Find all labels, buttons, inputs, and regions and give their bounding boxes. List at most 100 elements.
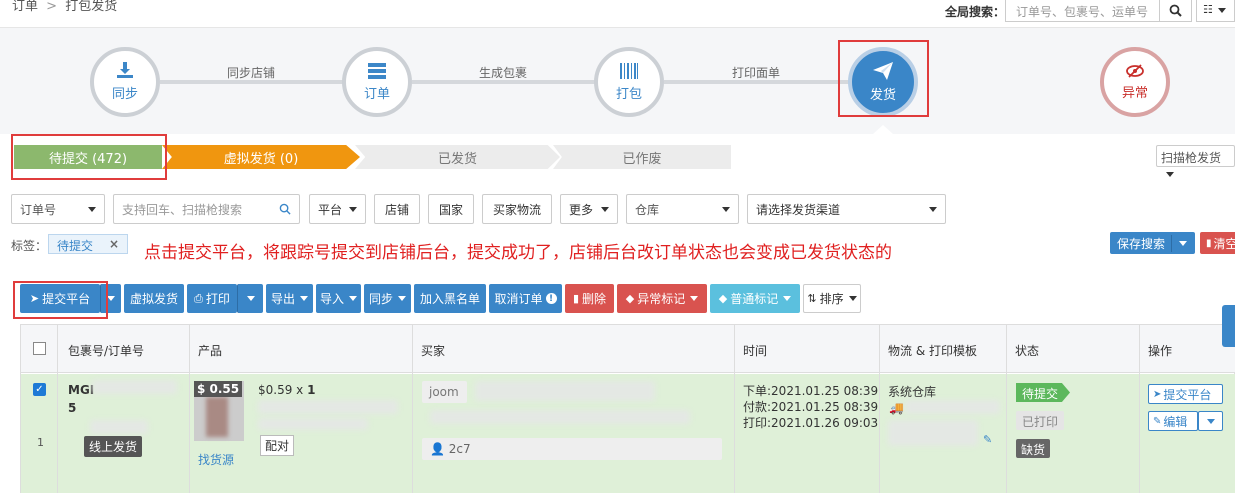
row-edit-button[interactable]: ✎ 编辑 xyxy=(1148,411,1198,431)
chevron-down-icon xyxy=(349,206,357,212)
col-header-product: 产品 xyxy=(198,344,223,358)
filter-label: 店铺 xyxy=(384,202,409,217)
select-all-checkbox[interactable] xyxy=(33,342,46,355)
step-pack[interactable]: 打包 xyxy=(594,47,664,117)
blurred-tracking xyxy=(888,420,978,446)
cancel-order-button[interactable]: 取消订单! xyxy=(489,284,562,313)
download-icon xyxy=(117,62,133,78)
select-value: 仓库 xyxy=(635,202,660,217)
shipping-channel-select[interactable]: 请选择发货渠道 xyxy=(747,194,946,224)
tab-shipped[interactable]: 已发货 xyxy=(355,145,560,169)
find-source-link[interactable]: 找货源 xyxy=(198,451,234,468)
status-pending-badge: 待提交 xyxy=(1016,383,1071,402)
abnormal-mark-button[interactable]: ◆ 异常标记 xyxy=(617,284,707,313)
tag-chip-pending: 待提交 × xyxy=(48,234,128,254)
order-time: 下单:2021.01.25 08:39 xyxy=(743,384,879,398)
sync-button[interactable]: 同步 xyxy=(364,284,411,313)
platform-badge: joom xyxy=(422,381,467,403)
chevron-down-icon xyxy=(722,206,730,212)
chevron-down-icon xyxy=(848,296,857,301)
global-search-input[interactable]: 订单号、包裹号、运单号 xyxy=(1005,0,1160,22)
blurred-order-info xyxy=(90,420,148,434)
button-label: 取消订单 xyxy=(494,292,543,306)
blurred-product-title xyxy=(258,400,398,414)
search-type-menu[interactable]: ☷ xyxy=(1196,0,1235,22)
barcode-icon xyxy=(620,62,638,79)
save-search-button[interactable]: 保存搜索 xyxy=(1110,232,1195,254)
highlight-box xyxy=(13,281,108,319)
shop-filter[interactable]: 店铺 xyxy=(374,194,420,224)
top-bar: 订单 > 打包发货 全局搜索： 订单号、包裹号、运单号 ☷ xyxy=(0,0,1235,28)
scan-ship-button[interactable]: 扫描枪发货 xyxy=(1156,145,1235,177)
chevron-down-icon xyxy=(246,296,255,301)
tags-label: 标签： xyxy=(11,239,48,253)
highlight-box xyxy=(11,134,167,180)
step-abnormal[interactable]: 异常 xyxy=(1100,47,1170,117)
match-button[interactable]: 配对 xyxy=(260,435,295,456)
virtual-ship-button[interactable]: 虚拟发货 xyxy=(124,284,184,313)
buyer-logistics-filter[interactable]: 买家物流 xyxy=(482,194,552,224)
col-header-time[interactable]: 时间 xyxy=(743,342,767,359)
import-button[interactable]: 导入 xyxy=(316,284,361,313)
row-checkbox[interactable]: ✓ xyxy=(33,383,46,396)
print-button[interactable]: ⎙ 打印 xyxy=(187,284,237,313)
country-filter[interactable]: 国家 xyxy=(428,194,474,224)
chevron-down-icon xyxy=(1206,418,1215,424)
delete-button[interactable]: ▮ 删除 xyxy=(565,284,614,313)
tag-icon: ◆ xyxy=(625,292,635,305)
global-search-button[interactable] xyxy=(1160,0,1192,22)
more-filter[interactable]: 更多 xyxy=(560,194,618,224)
breadcrumb-root[interactable]: 订单 xyxy=(12,0,38,14)
active-step-pointer xyxy=(873,125,893,134)
filter-label: 平台 xyxy=(318,202,343,217)
annotation-note: 点击提交平台，将跟踪号提交到店铺后台，提交成功了，店铺后台改订单状态也会变成已发… xyxy=(144,243,892,263)
column-divider xyxy=(189,325,190,493)
column-divider xyxy=(734,325,735,493)
trash-icon: ▮ xyxy=(572,292,580,305)
price-qty: $0.59 x 1 xyxy=(258,383,315,397)
print-dropdown[interactable] xyxy=(237,284,263,313)
col-header-status: 状态 xyxy=(1015,344,1040,358)
normal-mark-button[interactable]: ◆ 普通标记 xyxy=(710,284,800,313)
export-button[interactable]: 导出 xyxy=(266,284,313,313)
clear-button[interactable]: ▮ 清空 xyxy=(1200,232,1235,254)
paid-time: 付款:2021.01.25 08:39 xyxy=(743,400,879,414)
price-badge: $ 0.55 xyxy=(194,381,243,397)
blurred-buyer-address xyxy=(430,410,690,424)
col-header-buyer: 买家 xyxy=(421,344,446,358)
status-stockout-badge: 缺货 xyxy=(1016,439,1051,458)
chevron-down-icon xyxy=(783,296,792,301)
row-more-dropdown[interactable] xyxy=(1198,411,1223,431)
row-index: 1 xyxy=(37,436,44,449)
close-icon[interactable]: × xyxy=(109,237,119,251)
step-label: 同步 xyxy=(111,87,138,102)
edit-icon[interactable]: ✎ xyxy=(983,433,992,446)
order-search-input[interactable]: 支持回车、扫描枪搜索 xyxy=(113,194,300,224)
filter-label: 买家物流 xyxy=(492,202,541,217)
sort-icon: ⇅ xyxy=(807,292,817,305)
sort-button[interactable]: ⇅ 排序 xyxy=(803,284,861,313)
row-submit-platform-button[interactable]: ➤ 提交平台 xyxy=(1148,384,1223,404)
warehouse-select[interactable]: 仓库 xyxy=(626,194,739,224)
blacklist-button[interactable]: 加入黑名单 xyxy=(414,284,486,313)
button-label: 删除 xyxy=(582,292,607,306)
step-label: 订单 xyxy=(363,86,390,102)
col-header-package[interactable]: 包裹号/订单号 xyxy=(68,342,144,359)
chevron-down-icon xyxy=(349,296,357,301)
save-search-label: 保存搜索 xyxy=(1110,234,1173,252)
order-no-select[interactable]: 订单号 xyxy=(11,194,105,224)
select-value: 订单号 xyxy=(20,202,57,217)
chevron-down-icon[interactable] xyxy=(1179,240,1188,246)
button-label: 排序 xyxy=(819,292,844,306)
step-sync[interactable]: 同步 xyxy=(90,47,160,117)
blurred-product-sku xyxy=(258,418,368,430)
platform-filter[interactable]: 平台 xyxy=(309,194,366,224)
side-float-tab[interactable] xyxy=(1222,305,1235,347)
paper-plane-icon: ➤ xyxy=(1153,388,1162,400)
chevron-down-icon xyxy=(690,296,699,301)
connector-label-sync-shop: 同步店铺 xyxy=(227,66,276,80)
step-orders[interactable]: 订单 xyxy=(342,47,412,117)
order-no-prefix[interactable]: MGI xyxy=(68,383,94,397)
tab-virtual-ship[interactable]: 虚拟发货 (0) xyxy=(162,145,360,169)
tab-voided[interactable]: 已作废 xyxy=(553,145,731,169)
